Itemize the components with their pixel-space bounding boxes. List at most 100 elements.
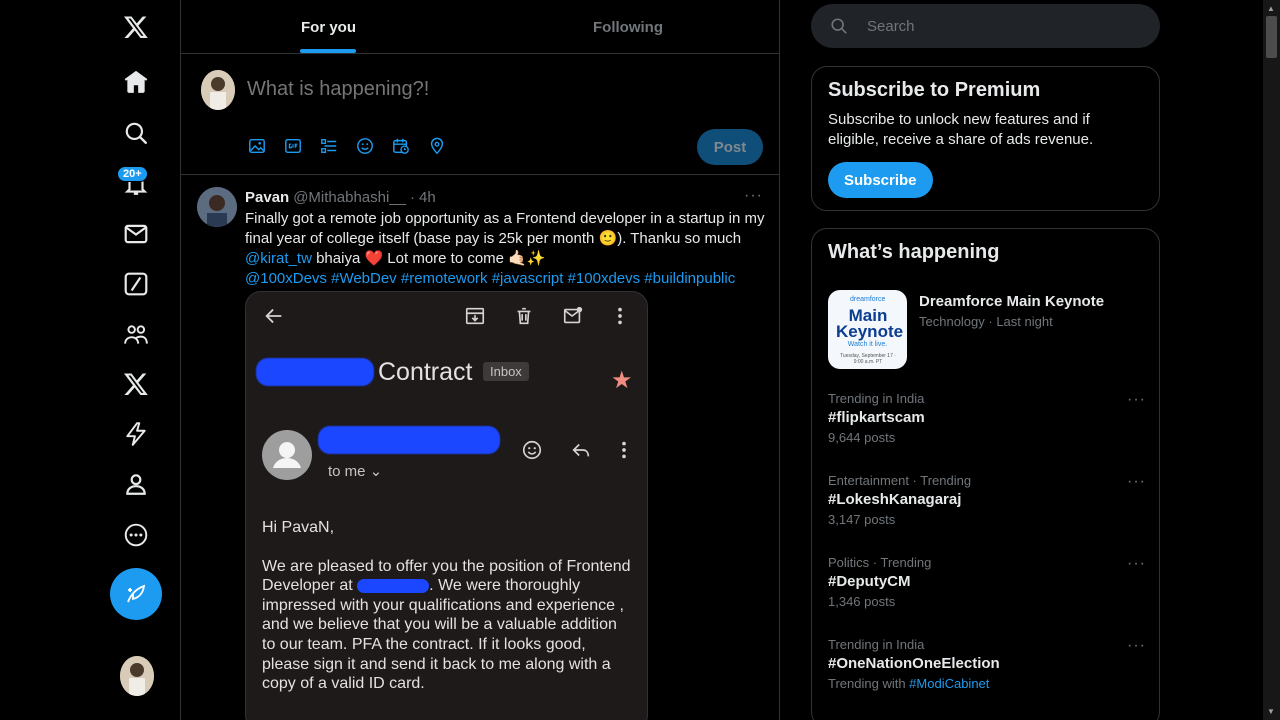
explore-icon[interactable]: [112, 109, 160, 157]
gmail-toolbar: [246, 304, 647, 330]
tab-following[interactable]: Following: [593, 0, 663, 54]
gmail-more-icon: [608, 304, 632, 328]
tab-for-you[interactable]: For you: [301, 0, 356, 54]
tweet[interactable]: Pavan @Mithabhashi__ · 4h ··· Finally go…: [181, 175, 779, 720]
trend-category: Trending in India: [828, 391, 925, 406]
more-icon[interactable]: [112, 511, 160, 559]
tweet-text-part-2: bhaiya ❤️ Lot more to come 🤙🏻✨: [311, 250, 546, 267]
tweet-text-part-1: Finally got a remote job opportunity as …: [245, 210, 765, 247]
hashtags-links[interactable]: @100xDevs #WebDev #remotework #javascrip…: [245, 270, 735, 287]
email-paragraph: We are pleased to offer you the position…: [262, 557, 634, 694]
event-thumbnail-brand: dreamforce: [850, 296, 886, 303]
inbox-label: Inbox: [483, 362, 529, 381]
trend-item[interactable]: Trending in India #OneNationOneElection …: [828, 637, 1146, 691]
event-thumbnail-fine: Tuesday, September 17 · 9:00 a.m. PT: [840, 353, 896, 365]
premium-description: Subscribe to unlock new features and if …: [828, 111, 1094, 148]
trend-item[interactable]: Entertainment · Trending #LokeshKanagara…: [828, 473, 1146, 527]
sender-avatar-icon: [262, 430, 312, 480]
premium-icon[interactable]: [112, 360, 160, 408]
email-greeting: Hi PavaN,: [262, 519, 335, 536]
redaction-scribble: [318, 426, 500, 454]
trend-post-count: 3,147 posts: [828, 512, 896, 527]
scroll-down-arrow-icon[interactable]: ▼: [1267, 707, 1275, 716]
trend-category: Politics · Trending: [828, 555, 932, 570]
gif-icon[interactable]: [283, 136, 303, 156]
trend-more-icon[interactable]: ···: [1127, 473, 1146, 491]
redaction-scribble: [357, 578, 430, 593]
composer-toolbar: [247, 136, 447, 156]
event-item[interactable]: dreamforce Main Keynote Watch it live. T…: [828, 290, 1104, 369]
whats-happening-title: What’s happening: [828, 241, 1000, 263]
reaction-emoji-icon: [520, 438, 544, 462]
event-info: Dreamforce Main Keynote Technology · Las…: [919, 290, 1104, 369]
x-logo-icon[interactable]: [112, 3, 160, 51]
trend-name: #LokeshKanagaraj: [828, 491, 962, 508]
tweet-author-avatar[interactable]: [197, 187, 237, 227]
premium-title: Subscribe to Premium: [828, 79, 1041, 101]
communities-icon[interactable]: [112, 311, 160, 359]
schedule-icon[interactable]: [391, 136, 411, 156]
trend-more-icon[interactable]: ···: [1127, 555, 1146, 573]
tweet-timestamp[interactable]: 4h: [419, 189, 436, 206]
separator-dot: ·: [410, 188, 415, 206]
tweet-header: Pavan @Mithabhashi__ · 4h: [245, 187, 763, 207]
post-button[interactable]: Post: [697, 129, 763, 165]
trend-more-icon[interactable]: ···: [1127, 391, 1146, 409]
subscribe-button[interactable]: Subscribe: [828, 162, 933, 198]
scroll-thumb[interactable]: [1266, 16, 1277, 58]
back-arrow-icon: [262, 304, 286, 328]
feather-icon: [127, 584, 146, 603]
scroll-up-arrow-icon[interactable]: ▲: [1267, 4, 1275, 13]
timeline: For you Following Post Pavan @Mithabhash…: [181, 0, 780, 720]
poll-icon[interactable]: [319, 136, 339, 156]
search-box[interactable]: [811, 4, 1160, 48]
trend-name: #flipkartscam: [828, 409, 925, 426]
email-body-part-2: . We were thoroughly impressed with your…: [262, 577, 624, 693]
tweet-author-handle[interactable]: @Mithabhashi__: [293, 189, 406, 206]
email-body: Hi PavaN, We are pleased to offer you th…: [262, 518, 634, 694]
trend-more-icon[interactable]: ···: [1127, 637, 1146, 655]
reply-icon: [569, 438, 593, 462]
account-avatar[interactable]: [120, 656, 154, 696]
event-thumbnail: dreamforce Main Keynote Watch it live. T…: [828, 290, 907, 369]
trend-name: #OneNationOneElection: [828, 655, 1000, 672]
trend-post-count: 9,644 posts: [828, 430, 896, 445]
tweet-media-image[interactable]: Contract Inbox ★ to me ⌄ Hi PavaN, We ar…: [245, 291, 648, 720]
event-title: Dreamforce Main Keynote: [919, 293, 1105, 310]
trend-item[interactable]: Trending in India #flipkartscam 9,644 po…: [828, 391, 1146, 445]
email-subject: Contract: [378, 358, 473, 386]
profile-icon[interactable]: [112, 460, 160, 508]
location-icon[interactable]: [427, 136, 447, 156]
media-icon[interactable]: [247, 136, 267, 156]
verified-orgs-icon[interactable]: [112, 410, 160, 458]
mark-unread-icon: [561, 304, 585, 328]
message-more-icon: [612, 438, 636, 462]
left-navigation: 20+: [0, 0, 181, 720]
search-input[interactable]: [867, 17, 1127, 35]
event-thumbnail-title: Main Keynote: [836, 306, 904, 341]
trending-with-link[interactable]: #ModiCabinet: [909, 676, 989, 691]
trend-category: Trending in India: [828, 637, 925, 652]
star-icon: ★: [611, 367, 633, 394]
tweet-author-name[interactable]: Pavan: [245, 189, 289, 206]
whats-happening-card: What’s happening dreamforce Main Keynote…: [811, 228, 1160, 720]
messages-icon[interactable]: [112, 210, 160, 258]
delete-icon: [512, 304, 536, 328]
mention-link[interactable]: @kirat_tw: [245, 250, 312, 267]
trend-post-count: 1,346 posts: [828, 594, 896, 609]
trend-item[interactable]: Politics · Trending #DeputyCM 1,346 post…: [828, 555, 1146, 609]
trend-name: #DeputyCM: [828, 573, 911, 590]
tweet-more-icon[interactable]: ···: [744, 187, 763, 205]
compose-post-button[interactable]: [110, 568, 162, 620]
post-composer: Post: [181, 54, 779, 175]
composer-input[interactable]: [247, 78, 667, 101]
page-scrollbar[interactable]: ▲ ▼: [1263, 0, 1280, 720]
recipient-to-me: to me ⌄: [328, 463, 383, 480]
grok-icon[interactable]: [112, 260, 160, 308]
home-icon[interactable]: [112, 58, 160, 106]
emoji-icon[interactable]: [355, 136, 375, 156]
trend-category: Entertainment · Trending: [828, 473, 972, 488]
event-thumbnail-watch: Watch it live.: [847, 341, 888, 348]
archive-icon: [463, 304, 487, 328]
premium-card: Subscribe to Premium Subscribe to unlock…: [811, 66, 1160, 211]
